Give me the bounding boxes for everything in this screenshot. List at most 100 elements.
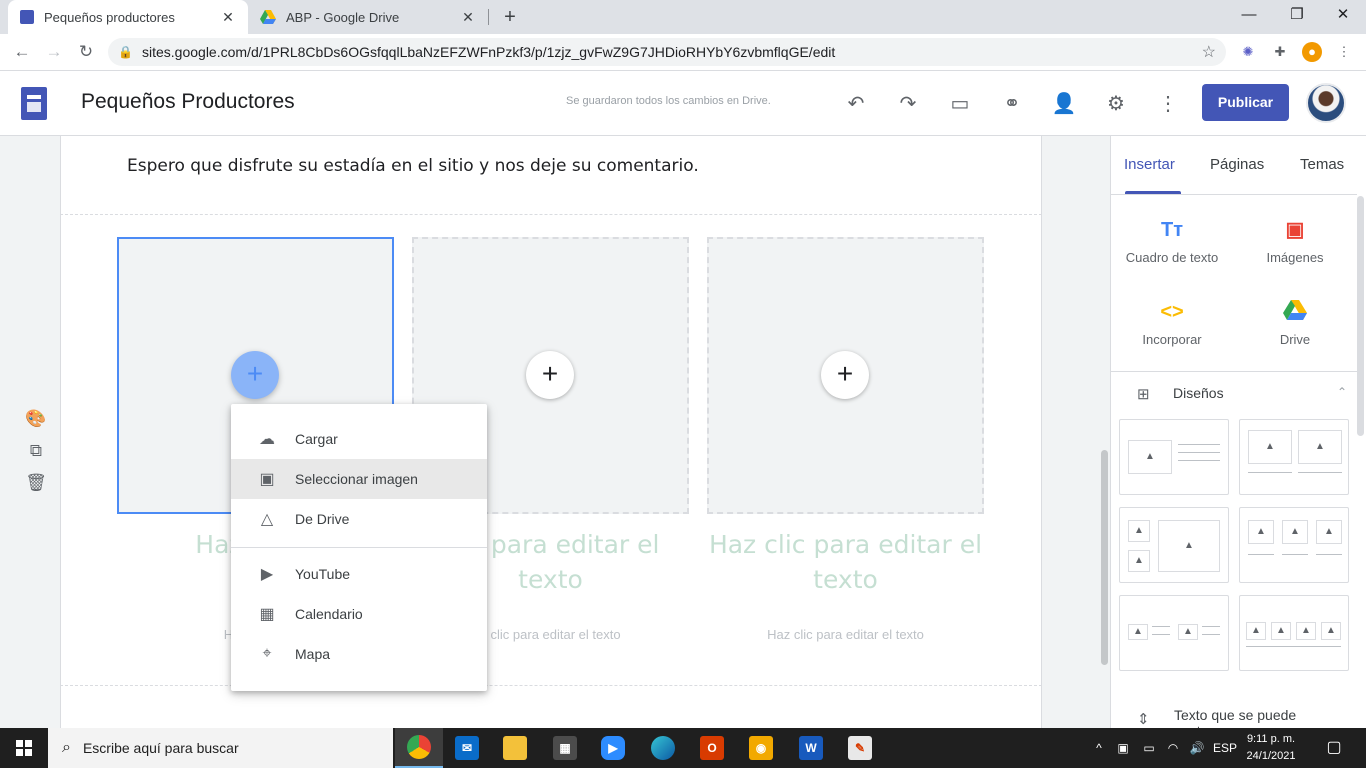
taskbar-file-explorer[interactable]	[491, 728, 539, 768]
menu-divider	[231, 547, 487, 548]
network-icon[interactable]: ◠	[1162, 728, 1184, 768]
taskbar-app-orange[interactable]: ◉	[737, 728, 785, 768]
text-line	[1152, 634, 1170, 635]
layout-option-4[interactable]: ▲ ▲ ▲	[1239, 507, 1349, 583]
text-line	[1248, 554, 1274, 555]
windows-taskbar: ⌕ Escribe aquí para buscar ✉ ▦ ▶ O ◉ W ✎…	[0, 728, 1366, 768]
minimize-button[interactable]: —	[1226, 0, 1272, 30]
layout-option-3[interactable]: ▲ ▲ ▲	[1119, 507, 1229, 583]
settings-gear-icon[interactable]: ⚙	[1103, 91, 1129, 117]
mail-icon: ✉	[455, 736, 479, 760]
taskbar-mail[interactable]: ✉	[443, 728, 491, 768]
sites-header: Pequeños Productores Se guardaron todos …	[0, 71, 1366, 136]
share-add-person-icon[interactable]: 👤	[1051, 91, 1077, 117]
menu-item-calendar[interactable]: ▦ Calendario	[231, 594, 487, 634]
caption-body[interactable]: Haz clic para editar el texto	[707, 627, 984, 642]
volume-icon[interactable]: 🔊	[1186, 728, 1208, 768]
designs-heading[interactable]: Diseños	[1173, 385, 1224, 401]
delete-section-icon[interactable]: 🗑	[25, 472, 47, 494]
add-image-button[interactable]: +	[821, 351, 869, 399]
redo-icon[interactable]: ↷	[895, 91, 921, 117]
placeholder-image-icon: ▲	[1321, 622, 1341, 640]
language-indicator[interactable]: ESP	[1212, 728, 1238, 768]
browser-tab-strip: Pequeños productores ✕ ABP - Google Driv…	[0, 0, 1366, 34]
tab-close-icon[interactable]: ✕	[220, 9, 236, 26]
undo-icon[interactable]: ↶	[843, 91, 869, 117]
insert-drive[interactable]: Drive	[1235, 300, 1355, 347]
insert-text-box[interactable]: Tт Cuadro de texto	[1112, 218, 1232, 265]
clock[interactable]: 9:11 p. m. 24/1/2021	[1240, 731, 1302, 765]
browser-menu-icon[interactable]: ⋮	[1334, 42, 1354, 62]
menu-item-youtube[interactable]: ▶ YouTube	[231, 554, 487, 594]
placeholder-image-icon: ▲	[1128, 440, 1172, 474]
menu-item-select-image[interactable]: ▣ Seleccionar imagen	[231, 459, 487, 499]
address-bar[interactable]: 🔒 sites.google.com/d/1PRL8CbDs6OGsfqqlLb…	[108, 38, 1226, 66]
panel-scrollbar[interactable]	[1357, 196, 1364, 436]
taskbar-word[interactable]: W	[787, 728, 835, 768]
tab-pages[interactable]: Páginas	[1210, 156, 1264, 173]
taskbar-office[interactable]: O	[688, 728, 736, 768]
tab-google-drive[interactable]: ABP - Google Drive ✕	[248, 0, 488, 34]
image-icon: ▣	[259, 471, 275, 488]
office-icon: O	[700, 736, 724, 760]
bookmark-star-icon[interactable]: ☆	[1202, 42, 1216, 62]
duplicate-section-icon[interactable]: ⧉	[25, 440, 47, 462]
section-background-palette-icon[interactable]: 🎨	[25, 408, 47, 430]
notifications-icon[interactable]: ▢	[1320, 728, 1348, 768]
tab-insert[interactable]: Insertar	[1124, 156, 1175, 173]
tab-themes[interactable]: Temas	[1300, 156, 1344, 173]
start-button[interactable]	[0, 728, 48, 768]
taskbar-paint[interactable]: ✎	[836, 728, 884, 768]
restore-button[interactable]: ❐	[1274, 0, 1320, 30]
taskbar-search[interactable]: ⌕ Escribe aquí para buscar	[48, 728, 393, 768]
preview-devices-icon[interactable]: ▭	[947, 91, 973, 117]
tray-app-icon[interactable]: ▣	[1112, 728, 1134, 768]
placeholder-image-icon: ▲	[1158, 520, 1220, 572]
drive-favicon-icon	[260, 10, 276, 24]
menu-item-upload[interactable]: ☁ Cargar	[231, 419, 487, 459]
insert-embed[interactable]: <> Incorporar	[1112, 300, 1232, 347]
search-icon: ⌕	[62, 739, 71, 756]
menu-item-label: Cargar	[295, 431, 338, 447]
layout-option-5[interactable]: ▲ ▲	[1119, 595, 1229, 671]
extensions-puzzle-icon[interactable]: ✚	[1270, 42, 1290, 62]
reload-icon[interactable]: ↻	[74, 40, 98, 64]
insert-images[interactable]: ▣ Imágenes	[1235, 218, 1355, 265]
taskbar-edge[interactable]	[639, 728, 687, 768]
tab-close-icon[interactable]: ✕	[460, 9, 476, 26]
taskbar-store[interactable]: ▦	[541, 728, 589, 768]
google-sites-logo-icon[interactable]	[21, 87, 47, 120]
menu-item-from-drive[interactable]: △ De Drive	[231, 499, 487, 539]
extension-sparkle-icon[interactable]: ✺	[1238, 42, 1258, 62]
caption-title[interactable]: Haz clic para editar el texto	[707, 527, 984, 597]
taskbar-chrome[interactable]	[395, 728, 443, 768]
insert-item-label: Imágenes	[1266, 250, 1324, 265]
more-options-icon[interactable]: ⋮	[1155, 91, 1181, 117]
publish-button[interactable]: Publicar	[1202, 84, 1289, 121]
tab-pequenos-productores[interactable]: Pequeños productores ✕	[8, 0, 248, 34]
forward-icon[interactable]: →	[42, 40, 66, 64]
canvas-scrollbar[interactable]	[1101, 450, 1108, 665]
link-icon[interactable]: ⚭	[999, 91, 1025, 117]
new-tab-button[interactable]: +	[498, 5, 522, 29]
intro-text[interactable]: Espero que disfrute su estadía en el sit…	[127, 156, 699, 176]
site-title[interactable]: Pequeños Productores	[81, 90, 295, 114]
drive-icon: △	[260, 511, 274, 528]
back-icon[interactable]: ←	[10, 40, 34, 64]
windows-logo-icon	[16, 740, 32, 756]
layout-option-6[interactable]: ▲ ▲ ▲ ▲	[1239, 595, 1349, 671]
layout-option-1[interactable]: ▲	[1119, 419, 1229, 495]
tray-chevron-icon[interactable]: ^	[1090, 728, 1108, 768]
battery-icon[interactable]: ▭	[1138, 728, 1160, 768]
taskbar-zoom[interactable]: ▶	[589, 728, 637, 768]
profile-icon[interactable]: ●	[1302, 42, 1322, 62]
add-image-button[interactable]: +	[231, 351, 279, 399]
placeholder-image-icon: ▲	[1298, 430, 1342, 464]
collapse-chevron-icon[interactable]: ⌃	[1337, 385, 1347, 399]
user-avatar[interactable]	[1306, 83, 1346, 123]
close-window-button[interactable]: ✕	[1320, 0, 1366, 30]
menu-item-map[interactable]: ⌖ Mapa	[231, 634, 487, 674]
url-text: sites.google.com/d/1PRL8CbDs6OGsfqqlLbaN…	[142, 44, 836, 60]
add-image-button[interactable]: +	[526, 351, 574, 399]
layout-option-2[interactable]: ▲ ▲	[1239, 419, 1349, 495]
